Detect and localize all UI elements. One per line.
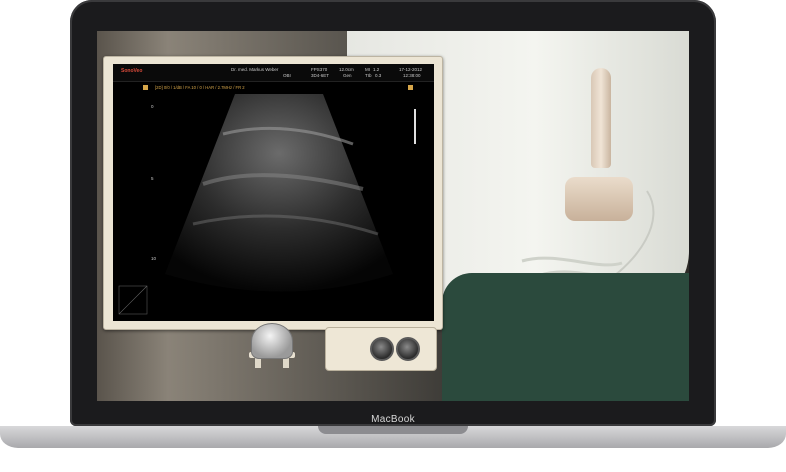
depth-mark-5: 5 xyxy=(151,176,154,181)
depth-scale: 0 5 10 xyxy=(151,104,159,294)
ultrasound-sector-image xyxy=(118,94,416,315)
depth-mark-10: 10 xyxy=(151,256,157,261)
ultrasound-monitor: SonoVeo Dr. med. Markus Weber OBI FPS370… xyxy=(103,56,443,330)
patient-pants xyxy=(442,273,689,401)
knob-icon[interactable] xyxy=(396,337,420,361)
ultrasound-display: SonoVeo Dr. med. Markus Weber OBI FPS370… xyxy=(113,64,434,321)
simulator-screen: SonoVeo Dr. med. Markus Weber OBI FPS370… xyxy=(97,31,689,401)
laptop-base-notch xyxy=(318,426,468,434)
ultrasound-probe-handle[interactable] xyxy=(591,68,611,168)
trackball-icon[interactable] xyxy=(251,323,293,359)
control-panel xyxy=(325,327,437,371)
knob-icon[interactable] xyxy=(370,337,394,361)
depth-mark-0: 0 xyxy=(151,104,154,109)
ultrasound-probe-head[interactable] xyxy=(565,177,633,221)
macbook-brand-label: MacBook xyxy=(371,414,415,425)
